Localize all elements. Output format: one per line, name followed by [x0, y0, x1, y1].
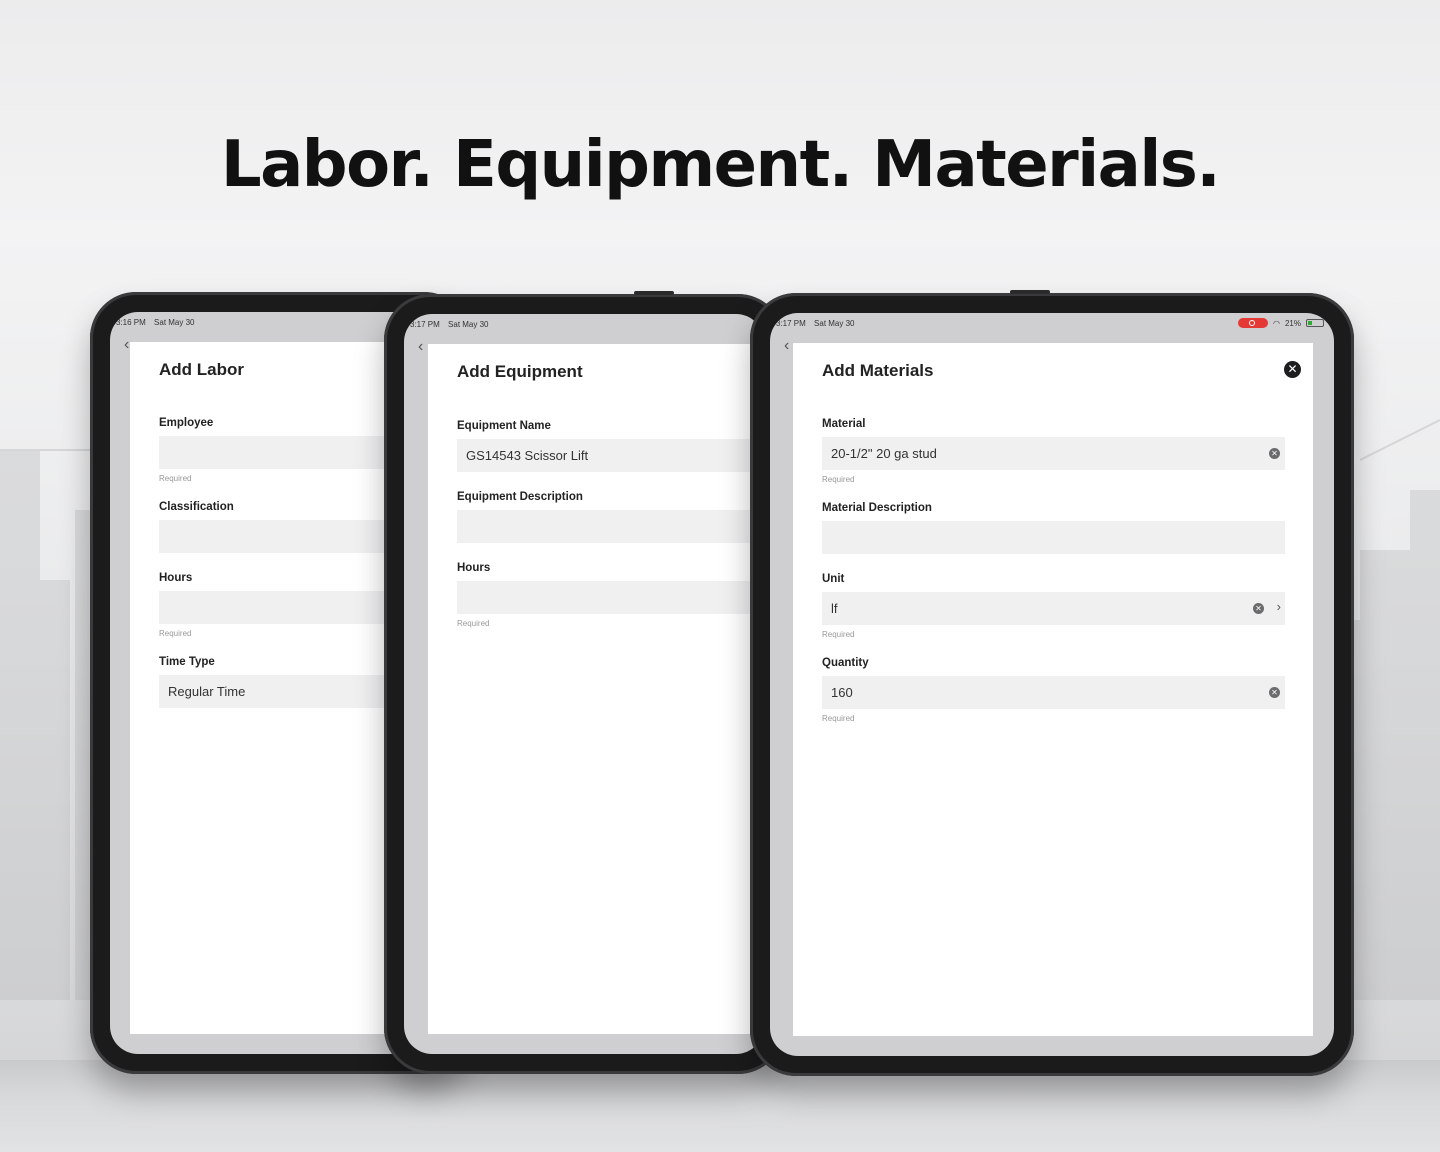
chevron-left-icon[interactable]: ‹	[784, 337, 789, 355]
battery-icon	[1306, 319, 1324, 327]
quantity-label: Quantity	[822, 657, 869, 669]
tablet-equipment-screen: 3:17 PM Sat May 30 ‹ Add Equipment Equip…	[404, 314, 764, 1054]
status-date: Sat May 30	[154, 318, 195, 327]
hours-label: Hours	[159, 572, 193, 584]
status-time: 3:16 PM	[116, 318, 146, 327]
equipment-name-label: Equipment Name	[457, 420, 551, 432]
hours-field[interactable]	[457, 581, 764, 614]
unit-label: Unit	[822, 573, 845, 585]
time-type-label: Time Type	[159, 656, 215, 668]
status-date: Sat May 30	[448, 320, 489, 329]
close-icon[interactable]: ✕	[1284, 361, 1301, 378]
material-value: 20-1/2" 20 ga stud	[831, 446, 937, 461]
unit-select[interactable]: lf	[822, 592, 1285, 625]
wifi-icon: ◠	[1273, 318, 1280, 328]
material-description-field[interactable]	[822, 521, 1285, 554]
sheet-title: Add Equipment	[457, 362, 583, 381]
status-date: Sat May 30	[814, 319, 855, 328]
material-label: Material	[822, 418, 866, 430]
add-materials-sheet: Add Materials ✕ Material 20-1/2" 20 ga s…	[793, 343, 1313, 1036]
hours-label: Hours	[457, 562, 491, 574]
volume-button	[1010, 290, 1050, 294]
sheet-title: Add Materials	[822, 361, 934, 380]
unit-value: lf	[831, 601, 838, 616]
add-equipment-sheet: Add Equipment Equipment Name GS14543 Sci…	[428, 344, 764, 1034]
tablet-materials-screen: 3:17 PM Sat May 30 ◠ 21% ‹ Add Materials…	[770, 313, 1334, 1056]
employee-required-hint: Required	[159, 474, 192, 483]
equipment-description-field[interactable]	[457, 510, 764, 543]
equipment-description-label: Equipment Description	[457, 491, 583, 503]
sheet-title: Add Labor	[159, 360, 244, 379]
volume-button	[634, 291, 674, 295]
clear-icon[interactable]: ✕	[1253, 603, 1264, 614]
tablet-equipment: 3:17 PM Sat May 30 ‹ Add Equipment Equip…	[384, 291, 784, 1074]
screen-recording-icon	[1238, 318, 1268, 328]
material-description-label: Material Description	[822, 502, 932, 514]
employee-label: Employee	[159, 417, 214, 429]
clear-icon[interactable]: ✕	[1269, 687, 1280, 698]
material-field[interactable]: 20-1/2" 20 ga stud	[822, 437, 1285, 470]
material-required-hint: Required	[822, 475, 855, 484]
status-time: 3:17 PM	[410, 320, 440, 329]
chevron-left-icon[interactable]: ‹	[124, 336, 129, 354]
quantity-field[interactable]: 160	[822, 676, 1285, 709]
status-battery: 21%	[1284, 318, 1301, 328]
quantity-required-hint: Required	[822, 714, 855, 723]
status-bar: 3:17 PM Sat May 30	[404, 314, 764, 334]
chevron-right-icon[interactable]: ›	[1277, 599, 1281, 614]
hours-required-hint: Required	[457, 619, 490, 628]
quantity-value: 160	[831, 685, 853, 700]
classification-label: Classification	[159, 501, 234, 513]
clear-icon[interactable]: ✕	[1269, 448, 1280, 459]
hours-required-hint: Required	[159, 629, 192, 638]
equipment-name-field[interactable]: GS14543 Scissor Lift	[457, 439, 764, 472]
status-indicators: ◠ 21%	[1238, 318, 1324, 328]
chevron-left-icon[interactable]: ‹	[418, 338, 423, 356]
page-headline: Labor. Equipment. Materials.	[220, 128, 1221, 202]
unit-required-hint: Required	[822, 630, 855, 639]
tablet-materials: 3:17 PM Sat May 30 ◠ 21% ‹ Add Materials…	[750, 290, 1354, 1076]
status-time: 3:17 PM	[776, 319, 806, 328]
